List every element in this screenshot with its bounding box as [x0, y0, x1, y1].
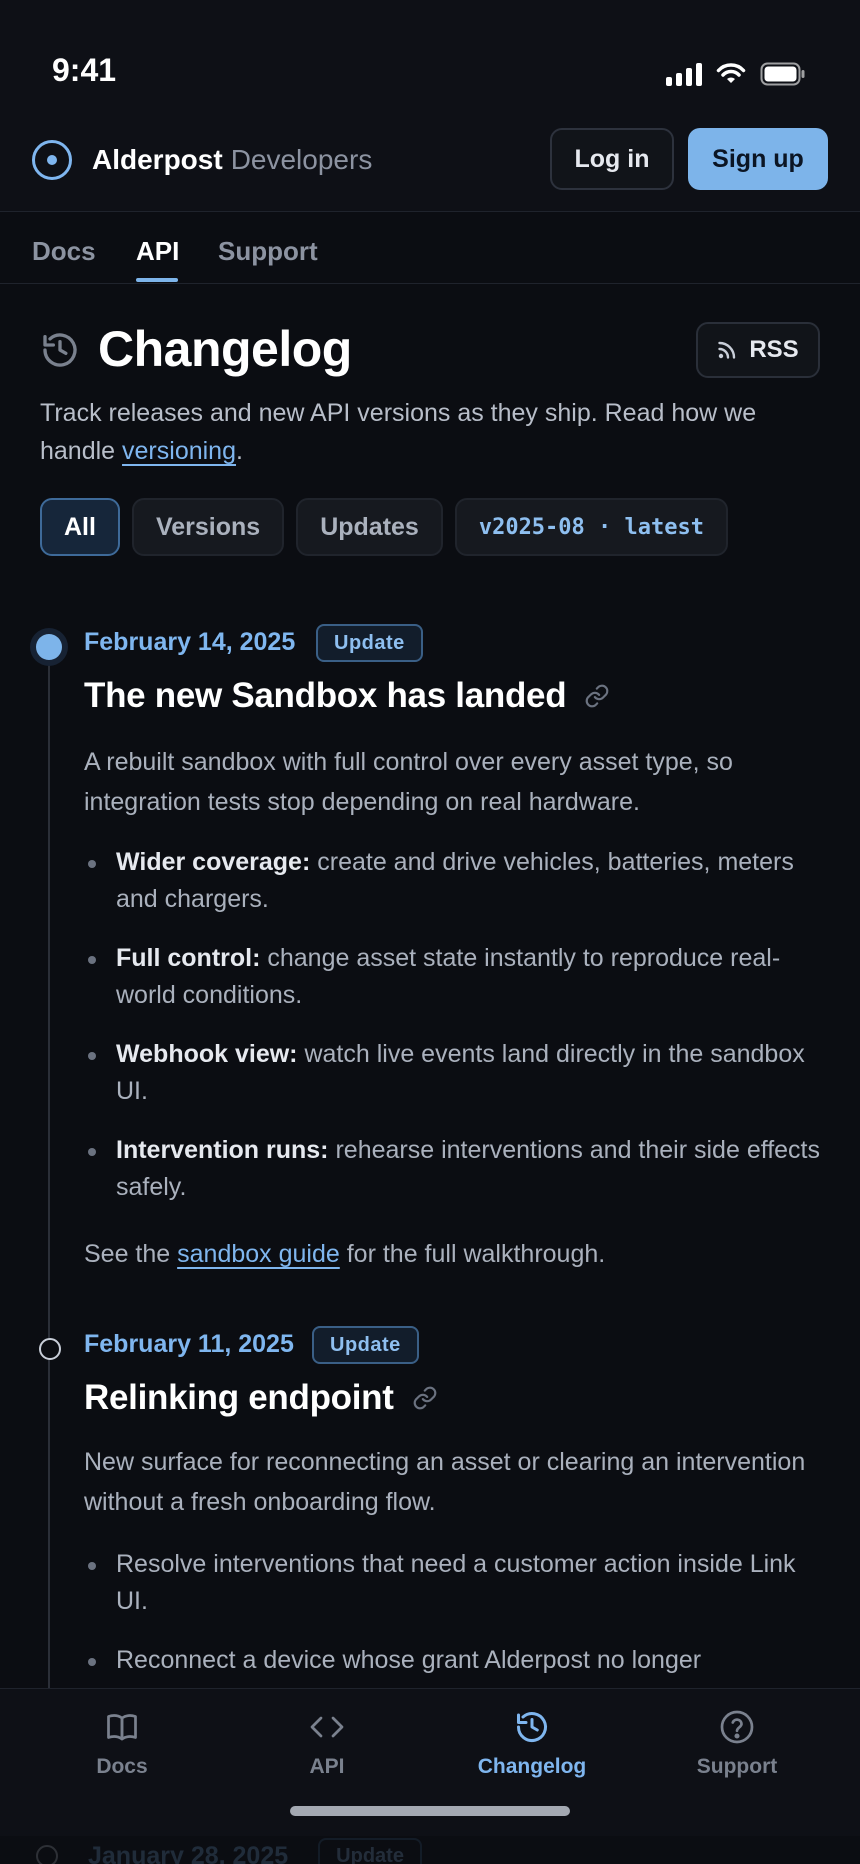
- entry-badge: Update: [316, 624, 423, 662]
- history-icon: [517, 1712, 547, 1743]
- entry-bullets: Wider coverage: create and drive vehicle…: [84, 844, 824, 1228]
- battery-icon: [760, 62, 805, 86]
- tab-support[interactable]: Support: [218, 236, 318, 267]
- bottom-tab-docs[interactable]: Docs: [22, 1709, 222, 1779]
- timeline-dot: [36, 1845, 58, 1864]
- entry-badge: Update: [312, 1326, 419, 1364]
- status-time: 9:41: [52, 52, 117, 88]
- cellular-signal-icon: [666, 62, 702, 86]
- history-icon: [43, 333, 77, 367]
- entry-title[interactable]: Relinking endpoint: [84, 1378, 438, 1418]
- tab-api[interactable]: API: [136, 236, 179, 267]
- book-icon: [107, 1714, 137, 1741]
- bottom-tab-support[interactable]: Support: [637, 1709, 837, 1779]
- page-lead: Track releases and new API versions as t…: [40, 394, 760, 470]
- home-indicator: [290, 1806, 570, 1816]
- sign-up-button[interactable]: Sign up: [688, 128, 828, 190]
- link-icon[interactable]: [584, 683, 610, 709]
- entry-bullets: Resolve interventions that need a custom…: [84, 1546, 824, 1701]
- entry-summary: A rebuilt sandbox with full control over…: [84, 748, 733, 816]
- list-item: Full control: change asset state instant…: [84, 940, 824, 1014]
- entry-badge: Update: [318, 1838, 422, 1864]
- timeline-line: [48, 648, 50, 1688]
- entry-date: February 14, 2025: [84, 628, 296, 656]
- brand-logo-icon: [32, 140, 72, 180]
- rss-label: RSS: [749, 336, 799, 363]
- list-item: Resolve interventions that need a custom…: [84, 1546, 824, 1620]
- brand-name: Alderpost: [92, 144, 223, 175]
- bottom-tab-label: Support: [696, 1755, 778, 1778]
- log-in-button[interactable]: Log in: [550, 128, 674, 190]
- next-entry-preview: January 28, 2025 Update: [36, 1838, 422, 1864]
- entry-date: January 28, 2025: [88, 1841, 289, 1864]
- list-item: Intervention runs: rehearse intervention…: [84, 1132, 824, 1206]
- filter-bar: All Versions Updates v2025-08 · latest: [40, 498, 728, 556]
- bottom-tab-label: Docs: [96, 1755, 148, 1778]
- list-item: Webhook view: watch live events land dir…: [84, 1036, 824, 1110]
- bottom-tab-changelog[interactable]: Changelog: [432, 1709, 632, 1779]
- entry-title[interactable]: The new Sandbox has landed: [84, 676, 610, 716]
- sandbox-guide-link[interactable]: sandbox guide: [177, 1240, 340, 1268]
- site-header: Alderpost Developers Log in Sign up: [0, 108, 860, 212]
- version-selector[interactable]: v2025-08 · latest: [454, 498, 728, 556]
- list-item: Wider coverage: create and drive vehicle…: [84, 844, 824, 918]
- entry-summary: New surface for reconnecting an asset or…: [84, 1448, 806, 1516]
- status-bar: 9:41: [0, 0, 860, 108]
- bottom-tab-label: Changelog: [477, 1755, 587, 1778]
- brand-subtitle: Developers: [230, 144, 373, 175]
- versioning-link[interactable]: versioning: [122, 437, 236, 465]
- page-title: Changelog: [98, 321, 352, 377]
- link-icon[interactable]: [412, 1385, 438, 1411]
- entry-footer: See the sandbox guide for the full walkt…: [84, 1240, 606, 1268]
- help-icon: [720, 1710, 754, 1744]
- timeline-dot-current: [36, 634, 62, 660]
- rss-button[interactable]: RSS: [696, 322, 820, 378]
- filter-all[interactable]: All: [40, 498, 120, 556]
- list-item: Reconnect a device whose grant Alderpost…: [84, 1642, 824, 1679]
- rss-icon: [718, 341, 736, 359]
- filter-versions[interactable]: Versions: [131, 498, 285, 556]
- tab-docs[interactable]: Docs: [32, 236, 96, 267]
- bottom-tab-api[interactable]: API: [227, 1709, 427, 1779]
- timeline-dot: [39, 1338, 61, 1360]
- brand-logo-link[interactable]: Alderpost Developers: [32, 140, 372, 180]
- top-nav: Docs API Support: [0, 212, 860, 284]
- active-tab-indicator: [136, 278, 178, 282]
- entry-title-text: The new Sandbox has landed: [84, 676, 567, 715]
- entry-title-text: Relinking endpoint: [84, 1378, 394, 1417]
- code-icon: [310, 1716, 344, 1738]
- entry-date: February 11, 2025: [84, 1330, 294, 1358]
- bottom-tab-label: API: [309, 1755, 345, 1778]
- lead-end: .: [235, 437, 243, 465]
- filter-updates[interactable]: Updates: [296, 498, 443, 556]
- status-icons: [666, 62, 806, 86]
- wifi-icon: [716, 63, 746, 83]
